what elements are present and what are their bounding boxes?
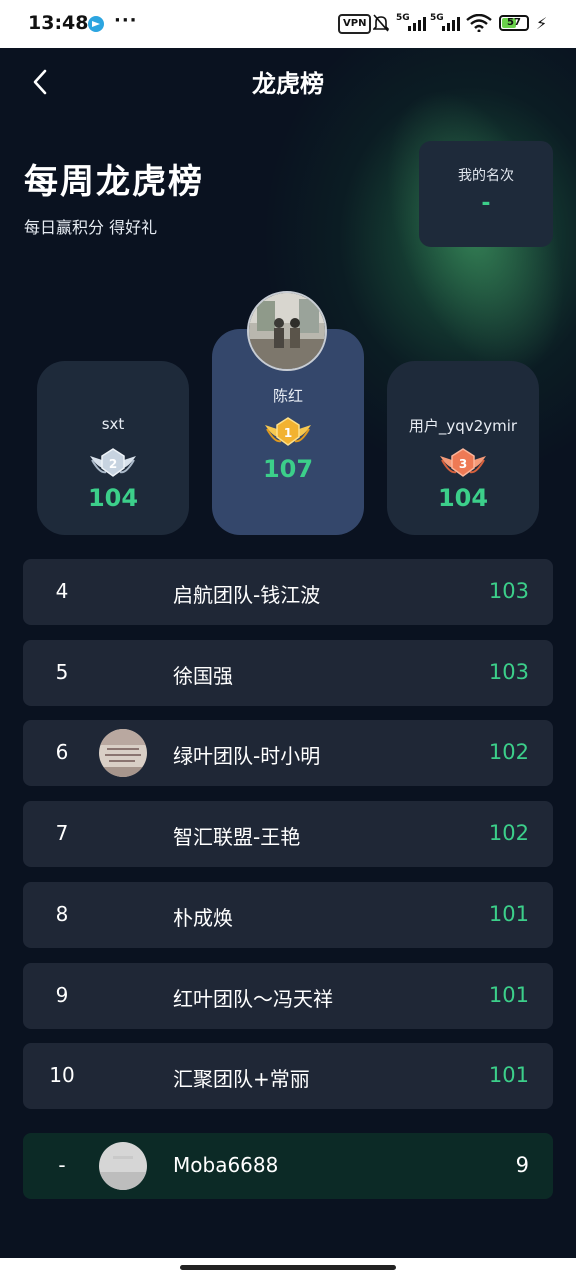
ranking-score: 101 (488, 983, 529, 1007)
home-indicator[interactable] (180, 1265, 396, 1270)
podium-third-name: 用户_yqv2ymir (408, 417, 518, 435)
ranking-row[interactable]: 9 红叶团队～冯天祥 101 (23, 963, 553, 1029)
gold-medal-number: 1 (284, 426, 292, 440)
page-title: 龙虎榜 (252, 70, 324, 98)
ranking-row[interactable]: 5 徐国强 103 (23, 640, 553, 706)
ranking-number: 10 (49, 1063, 75, 1087)
ranking-number: 8 (55, 902, 69, 926)
more-notifications-icon: ··· (114, 10, 138, 31)
ranking-number: 5 (55, 660, 69, 684)
ranking-avatar (99, 729, 147, 777)
ranking-score: 102 (488, 821, 529, 845)
signal-label-1: 5G (396, 13, 410, 23)
podium-third-score: 104 (437, 484, 489, 512)
ranking-name: 汇聚团队+常丽 (173, 1067, 310, 1091)
podium-third[interactable]: 用户_yqv2ymir 3 104 (387, 361, 539, 535)
ranking-row[interactable]: 8 朴成焕 101 (23, 882, 553, 948)
my-score: 9 (515, 1153, 529, 1177)
first-place-avatar (247, 291, 327, 371)
ranking-number: 7 (55, 821, 69, 845)
bronze-medal-number: 3 (459, 457, 467, 471)
ranking-name: 朴成焕 (173, 906, 233, 930)
ranking-number: 4 (55, 579, 69, 603)
ranking-row[interactable]: 6 绿叶团队-时小明 102 (23, 720, 553, 786)
signal-icon-2: 5G (430, 13, 460, 33)
telegram-icon (88, 16, 104, 32)
ranking-row[interactable]: 4 启航团队-钱江波 103 (23, 559, 553, 625)
podium-second-name: sxt (101, 415, 125, 433)
status-bar: 13:48 ··· VPN 5G 5G 57 ⚡ (0, 0, 576, 48)
leaderboard-screen: 龙虎榜 每周龙虎榜 每日赢积分 得好礼 我的名次 - sxt 2 104 陈红 … (0, 48, 576, 1258)
my-rank-label: 我的名次 (458, 168, 514, 184)
ranking-score: 101 (488, 902, 529, 926)
ranking-name: 红叶团队～冯天祥 (173, 987, 333, 1011)
bronze-medal-icon: 3 (440, 448, 486, 477)
ranking-number: 9 (55, 983, 69, 1007)
ranking-avatar-image (99, 729, 147, 777)
gold-medal-icon: 1 (265, 417, 311, 446)
navigation-bar (0, 1258, 576, 1280)
my-avatar-image (99, 1142, 147, 1190)
bell-muted-icon (373, 14, 389, 32)
battery-level: 57 (507, 17, 521, 28)
ranking-name: 启航团队-钱江波 (173, 583, 321, 607)
silver-medal-icon: 2 (90, 448, 136, 477)
ranking-score: 103 (488, 660, 529, 684)
wifi-icon (466, 14, 492, 32)
vpn-badge: VPN (338, 14, 372, 34)
first-place-avatar-image (249, 293, 325, 369)
podium-first-score: 107 (262, 455, 314, 483)
my-name: Moba6688 (173, 1153, 279, 1177)
ranking-name: 智汇联盟-王艳 (173, 825, 301, 849)
podium-second[interactable]: sxt 2 104 (37, 361, 189, 535)
hero-title: 每周龙虎榜 (24, 162, 204, 202)
my-ranking-number: - (58, 1153, 66, 1177)
battery-icon: 57 (499, 15, 529, 31)
ranking-score: 101 (488, 1063, 529, 1087)
status-time: 13:48 (28, 12, 89, 34)
podium-first-name: 陈红 (272, 387, 303, 405)
hero-subtitle: 每日赢积分 得好礼 (24, 218, 158, 237)
signal-icon-1: 5G (396, 13, 426, 33)
my-rank-value: - (481, 191, 491, 216)
my-rank-card[interactable]: 我的名次 - (419, 141, 553, 247)
ranking-name: 绿叶团队-时小明 (173, 744, 321, 768)
my-ranking-row[interactable]: - Moba6688 9 (23, 1133, 553, 1199)
ranking-name: 徐国强 (173, 664, 233, 688)
signal-label-2: 5G (430, 13, 444, 23)
charging-icon: ⚡ (536, 14, 548, 33)
ranking-score: 102 (488, 740, 529, 764)
ranking-row[interactable]: 10 汇聚团队+常丽 101 (23, 1043, 553, 1109)
ranking-row[interactable]: 7 智汇联盟-王艳 102 (23, 801, 553, 867)
silver-medal-number: 2 (109, 457, 117, 471)
ranking-score: 103 (488, 579, 529, 603)
ranking-number: 6 (55, 740, 69, 764)
podium-second-score: 104 (87, 484, 139, 512)
my-avatar (99, 1142, 147, 1190)
